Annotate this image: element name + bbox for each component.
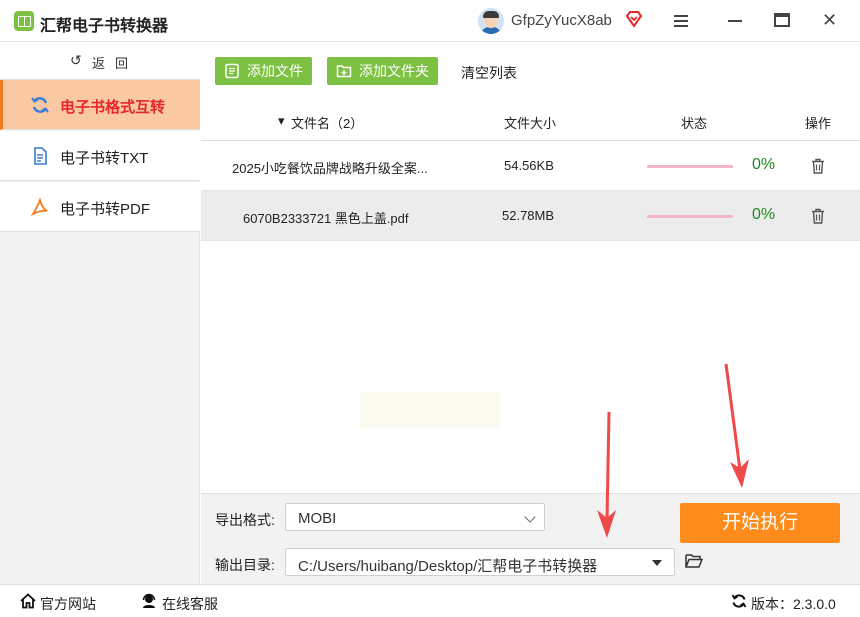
header-file-size: 文件大小 xyxy=(504,116,557,131)
user-avatar[interactable] xyxy=(478,8,504,34)
sidebar-item-to-txt[interactable]: 电子书转TXT xyxy=(0,131,200,181)
table-row[interactable]: 2025小吃餐饮品牌战略升级全案... 54.56KB 0% xyxy=(201,141,860,191)
table-row[interactable]: 6070B2333721 黑色上盖.pdf 52.78MB 0% xyxy=(201,191,860,241)
close-icon[interactable]: ✕ xyxy=(822,10,837,31)
file-size-cell: 52.78MB xyxy=(502,208,555,223)
progress-percent: 0% xyxy=(752,156,776,173)
file-name-cell: 2025小吃餐饮品牌战略升级全案... xyxy=(232,161,428,176)
format-value: MOBI xyxy=(298,510,337,527)
header-action: 操作 xyxy=(805,116,832,131)
customer-service-icon xyxy=(142,593,156,608)
pdf-icon xyxy=(30,197,48,217)
progress-bar xyxy=(647,165,733,168)
sidebar: ↺ 返回 电子书格式互转 电子书转TXT 电子书转PDF xyxy=(0,42,200,584)
sidebar-item-label: 电子书转PDF xyxy=(60,201,151,218)
back-arrow-icon: ↺ xyxy=(70,52,82,68)
progress-bar xyxy=(647,215,733,218)
sidebar-item-format-convert[interactable]: 电子书格式互转 xyxy=(0,80,200,130)
username[interactable]: GfpZyYucX8ab xyxy=(511,12,612,29)
official-website-link[interactable]: 官方网站 xyxy=(40,594,96,614)
clear-list-button[interactable]: 清空列表 xyxy=(461,63,517,83)
chevron-down-icon xyxy=(524,511,536,523)
refresh-icon[interactable] xyxy=(731,593,747,609)
refresh-icon xyxy=(31,97,49,113)
add-file-button[interactable]: 添加文件 xyxy=(215,57,312,85)
header-file-name[interactable]: 文件名（2） xyxy=(291,113,363,132)
folder-open-icon[interactable] xyxy=(685,554,703,568)
output-dir-value: C:/Users/huibang/Desktop/汇帮电子书转换器 xyxy=(298,558,598,575)
sidebar-item-to-pdf[interactable]: 电子书转PDF xyxy=(0,182,200,232)
faint-watermark xyxy=(360,392,500,428)
sidebar-item-label: 电子书转TXT xyxy=(60,150,149,167)
output-config-panel: 导出格式: MOBI 输出目录: C:/Users/huibang/Deskto… xyxy=(201,493,860,584)
sidebar-item-label: 电子书格式互转 xyxy=(60,99,166,116)
online-support-link[interactable]: 在线客服 xyxy=(162,594,218,614)
header-status: 状态 xyxy=(681,116,708,131)
add-file-icon xyxy=(225,63,239,79)
file-table-header: ▾ 文件名（2） 文件大小 状态 操作 xyxy=(201,101,860,141)
minimize-icon[interactable] xyxy=(728,20,742,22)
back-button[interactable]: ↺ 返回 xyxy=(0,42,200,80)
caret-down-icon xyxy=(652,560,662,566)
home-icon xyxy=(20,593,36,609)
add-file-label: 添加文件 xyxy=(247,63,303,79)
sort-caret-icon[interactable]: ▾ xyxy=(278,113,285,129)
menu-icon[interactable] xyxy=(674,12,690,30)
add-folder-label: 添加文件夹 xyxy=(359,63,429,79)
vip-diamond-icon[interactable] xyxy=(625,10,643,28)
version-label: 版本：2.3.0.0 xyxy=(751,596,836,612)
start-button[interactable]: 开始执行 xyxy=(680,503,840,543)
progress-percent: 0% xyxy=(752,206,776,223)
back-label: 返回 xyxy=(92,56,139,71)
app-logo-icon xyxy=(14,11,34,31)
delete-icon[interactable] xyxy=(811,158,825,174)
status-bar: 官方网站 在线客服 版本：2.3.0.0 xyxy=(0,584,860,617)
format-label: 导出格式: xyxy=(215,512,275,528)
file-name-cell: 6070B2333721 黑色上盖.pdf xyxy=(243,211,409,226)
delete-icon[interactable] xyxy=(811,208,825,224)
output-dir-label: 输出目录: xyxy=(215,557,275,573)
add-folder-icon xyxy=(336,65,352,78)
format-select[interactable]: MOBI xyxy=(285,503,545,531)
file-size-cell: 54.56KB xyxy=(504,158,554,173)
add-folder-button[interactable]: 添加文件夹 xyxy=(327,57,438,85)
output-dir-select[interactable]: C:/Users/huibang/Desktop/汇帮电子书转换器 xyxy=(285,548,675,576)
app-title: 汇帮电子书转换器 xyxy=(40,18,169,35)
txt-file-icon xyxy=(34,147,47,165)
annotation-arrow-down-icon xyxy=(724,363,749,488)
maximize-icon[interactable] xyxy=(774,13,790,27)
title-bar: 汇帮电子书转换器 GfpZyYucX8ab ✕ xyxy=(0,0,860,42)
